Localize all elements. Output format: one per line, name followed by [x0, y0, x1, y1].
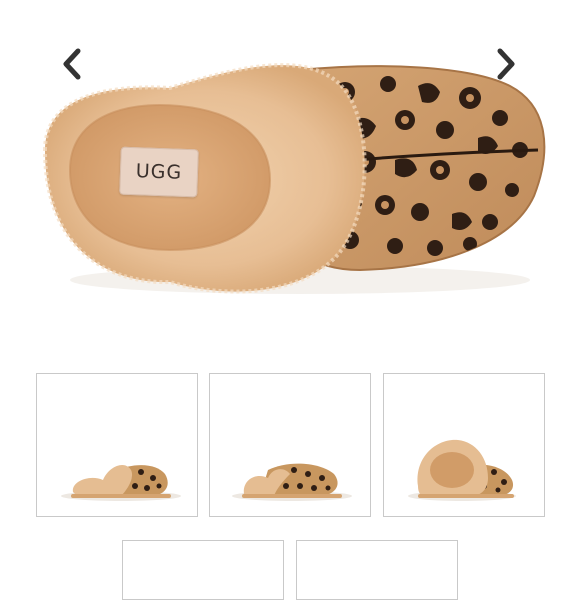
previous-image-button[interactable] [58, 44, 86, 84]
thumbnail-1[interactable] [36, 373, 198, 517]
next-image-button[interactable] [492, 44, 520, 84]
brand-tag: UGG [119, 146, 199, 198]
thumbnail-3[interactable] [383, 373, 545, 517]
thumbnail-slipper-image [61, 465, 181, 501]
thumbnail-slipper-image [408, 439, 516, 501]
brand-tag-text: UGG [135, 160, 183, 184]
product-image-viewer: UGG [0, 0, 580, 340]
chevron-left-icon [63, 48, 81, 80]
thumbnail-5[interactable] [296, 540, 458, 600]
thumbnail-4[interactable] [122, 540, 284, 600]
chevron-right-icon [497, 48, 515, 80]
thumbnail-slipper-image [232, 463, 352, 501]
thumbnail-2[interactable] [209, 373, 371, 517]
